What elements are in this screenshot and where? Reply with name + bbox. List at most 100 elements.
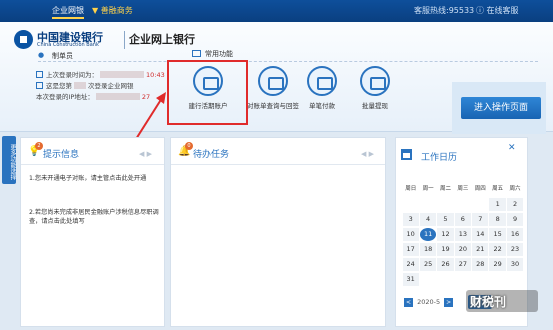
hint-count-badge: 2 [35,142,43,150]
hint-panel: 💡 2 提示信息 ◀ ▶ 1.您未开通电子对账，请主管点击此处开通 2.若您尚未… [20,137,165,327]
calendar-day[interactable]: 30 [506,258,524,271]
calendar-day[interactable]: 6 [454,213,472,226]
calendar-grid: 周日 周一 周二 周三 周四 周五 周六 1 2 3 4 5 6 7 8 9 10 11 12 13 14 15 16 17 1… [402,182,524,287]
calendar-day[interactable]: 31 [402,273,419,286]
calendar-day[interactable]: 23 [506,243,524,256]
calendar-week: 24 25 26 27 28 29 30 [402,257,524,272]
weekday-label: 周六 [509,186,521,192]
task-nav-arrows[interactable]: ◀ ▶ [361,150,374,158]
next-month-button[interactable]: > [444,298,454,307]
nav-shanrong-commerce[interactable]: ▼ 善融商务 [92,5,133,16]
calendar-empty-cell [472,273,489,286]
calendar-day[interactable]: 27 [454,258,472,271]
calendar-day[interactable]: 22 [489,243,506,256]
hint-message[interactable]: 1.您未开通电子对账，请主管点击此处开通 [29,174,159,183]
hint-nav-arrows[interactable]: ◀ ▶ [139,150,152,158]
calendar-empty-cell [454,273,471,286]
weekday-header: 周日 周一 周二 周三 周四 周五 周六 [402,182,524,197]
fn-single-payment[interactable]: 单笔付款 [292,66,352,110]
batch-icon [360,66,390,96]
calendar-day[interactable]: 14 [472,228,489,241]
top-nav-bar: 企业网银 ▼ 善融商务 客服热线:95533 ⓘ 在线客服 [0,0,553,22]
calendar-day[interactable]: 1 [489,198,506,211]
calendar-day[interactable]: 18 [419,243,437,256]
calendar-empty-cell [402,198,419,211]
weekday-label: 周三 [457,186,469,192]
calendar-day[interactable]: 19 [437,243,454,256]
highlight-box [167,60,248,125]
prev-month-button[interactable]: < [404,298,413,307]
hint-panel-title: 提示信息 [43,150,80,160]
calendar-empty-cell [472,198,489,211]
ccb-logo-icon [14,30,33,49]
enter-operation-button[interactable]: 进入操作页面 [461,97,541,119]
product-title: 企业网上银行 [129,33,195,46]
calendar-empty-cell [506,273,523,286]
bank-name-en: China Construction Bank [37,42,99,48]
weekday-label: 周一 [422,186,434,192]
month-label: 2020-5 [417,298,441,306]
statement-icon [258,66,288,96]
calendar-empty-cell [419,273,436,286]
calendar-day[interactable]: 5 [437,213,454,226]
calendar-day[interactable]: 28 [472,258,489,271]
calendar-day[interactable]: 25 [419,258,437,271]
active-nav-underline [52,17,84,19]
hotline-text: 客服热线:95533 [414,6,475,15]
payment-icon [307,66,337,96]
weekday-label: 周日 [405,186,417,192]
calendar-day[interactable]: 9 [506,213,524,226]
clock-icon [36,71,43,78]
calendar-day[interactable]: 2 [506,198,524,211]
task-panel-title: 待办任务 [193,150,230,160]
calendar-day[interactable]: 8 [489,213,506,226]
calendar-empty-cell [454,198,471,211]
calendar-week: 31 [402,272,524,287]
panel-divider [21,164,164,165]
calendar-day[interactable]: 10 [402,228,419,241]
calendar-icon [401,149,412,160]
fn-batch-withdraw[interactable]: 批量提现 [345,66,405,110]
calendar-day[interactable]: 20 [454,243,472,256]
user-role: 制单员 [52,52,73,60]
calendar-day[interactable]: 15 [489,228,506,241]
close-icon[interactable]: ✕ [508,143,516,153]
online-service-link[interactable]: ⓘ 在线客服 [476,5,519,16]
calendar-day[interactable]: 12 [437,228,454,241]
weekday-label: 周二 [439,186,451,192]
calendar-week: 10 11 12 13 14 15 16 [402,227,524,242]
common-functions-title: 常用功能 [205,50,233,58]
calendar-day[interactable]: 29 [489,258,506,271]
calendar-week: 12 [402,197,524,212]
user-icon: ● [38,51,45,59]
section-divider [38,61,538,62]
last-login-line: 上次登录时间为： 10:43 [36,69,165,79]
calendar-empty-cell [437,273,454,286]
calendar-day[interactable]: 7 [472,213,489,226]
calendar-day[interactable]: 3 [402,213,419,226]
header-band: 中国建设银行 China Construction Bank 企业网上银行 ● … [0,22,553,134]
calendar-day[interactable]: 24 [402,258,419,271]
calendar-day[interactable]: 26 [437,258,454,271]
calendar-title: 工作日历 [421,153,458,163]
calendar-month-nav: < 2020-5 > [402,298,455,307]
calendar-day[interactable]: 16 [506,228,524,241]
info-icon [36,82,43,89]
redacted-text [74,82,86,89]
watermark-text: 财税刊 [470,295,507,309]
calendar-today[interactable]: 11 [419,228,437,241]
calendar-week: 17 18 19 20 21 22 23 [402,242,524,257]
calendar-week: 3456789 [402,212,524,227]
calendar-day[interactable]: 4 [419,213,437,226]
weekday-label: 周四 [474,186,486,192]
calendar-day[interactable]: 17 [402,243,419,256]
nav-enterprise-banking[interactable]: 企业网银 [52,5,84,16]
more-functions-tab[interactable]: 更多功能选择 [2,136,16,184]
login-count-line: 这是您第 次登录企业网银 [36,80,134,90]
task-panel: 🔔 0 待办任务 ◀ ▶ [170,137,386,327]
weekday-label: 周五 [492,186,504,192]
calendar-day[interactable]: 21 [472,243,489,256]
hint-message[interactable]: 2.若您尚未完成非居民金融账户涉税信息尽职调查，请点击此处填写 [29,208,159,226]
calendar-day[interactable]: 13 [454,228,472,241]
logo-divider [124,31,125,49]
